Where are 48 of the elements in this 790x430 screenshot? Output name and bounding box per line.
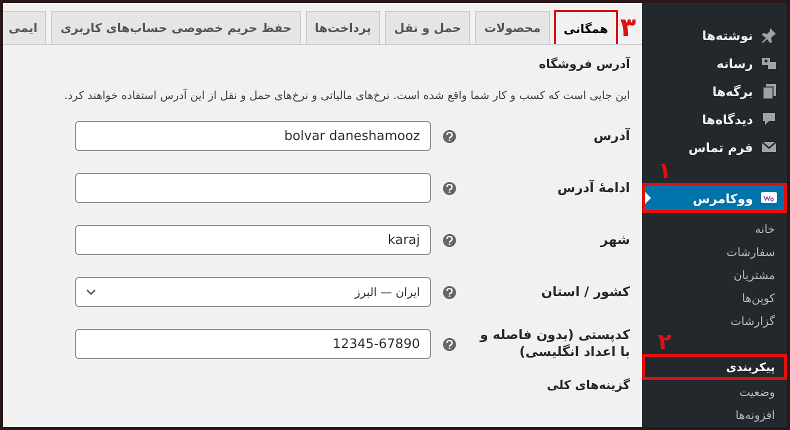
field-label: کدپستی (بدون فاصله و با اعداد انگلیسی) [478, 327, 630, 361]
tab[interactable]: همگانی [554, 11, 618, 44]
tab[interactable]: حفظ حریم خصوصی حساب‌های کاربری [51, 11, 301, 44]
submenu-item[interactable]: وضعیت [642, 380, 787, 403]
annotation-number: ۳ [620, 12, 636, 42]
help-icon[interactable] [443, 338, 456, 350]
text-field[interactable] [75, 173, 431, 203]
menu-item[interactable]: دیدگاه‌ها [642, 105, 787, 133]
menu-item[interactable]: ووکامرس [642, 183, 787, 213]
submenu-item[interactable]: سفارشات [642, 240, 787, 263]
submenu-item[interactable]: خانه [642, 217, 787, 240]
menu-item[interactable]: رسانه [642, 49, 787, 77]
woo-logo-icon [761, 190, 777, 206]
text-field[interactable]: karaj [75, 225, 431, 255]
pin-icon [761, 27, 777, 43]
speech-bubble-icon [761, 111, 777, 127]
help-icon[interactable] [443, 234, 456, 246]
field-label: آدرس [592, 128, 630, 144]
tab[interactable]: پرداخت‌ها [306, 11, 380, 44]
field-label: کشور / استان [540, 284, 630, 300]
annotation-number: ۱ [658, 161, 672, 183]
submenu-item[interactable]: افزونه‌ها [642, 403, 787, 426]
section-title: آدرس فروشگاه [538, 57, 630, 71]
section-title: گزینه‌های کلی [546, 378, 630, 392]
tab[interactable]: محصولات [475, 11, 550, 44]
pages-icon [761, 83, 777, 99]
text-field[interactable]: bolvar daneshamooz [75, 121, 431, 151]
field-label: شهر [599, 232, 630, 248]
help-icon[interactable] [443, 130, 456, 142]
submenu-item[interactable]: کوپن‌ها [642, 286, 787, 309]
media-icon [761, 55, 777, 71]
chevron-down-icon [86, 289, 96, 295]
annotation-number: ۲ [658, 332, 672, 354]
submenu-item[interactable]: گزارشات [642, 309, 787, 332]
help-icon[interactable] [443, 182, 456, 194]
submenu-item[interactable]: پیکربندی [642, 354, 787, 380]
tab[interactable]: حمل و نقل [385, 11, 470, 44]
tab[interactable]: ایمی [3, 11, 46, 44]
section-description: این جایی است که کسب و کار شما واقع شده است. نرخ‌های مالیاتی و نرخ‌های حمل و نقل از این آدرس استفاده خواهند کرد. [63, 89, 630, 102]
menu-item[interactable]: فرم تماس [642, 133, 787, 161]
menu-item[interactable]: برگه‌ها [642, 77, 787, 105]
submenu-item[interactable]: مشتریان [642, 263, 787, 286]
text-field[interactable]: 12345-67890 [75, 329, 431, 359]
help-icon[interactable] [443, 286, 456, 298]
envelope-icon [761, 139, 777, 155]
menu-item[interactable]: نوشته‌ها [642, 21, 787, 49]
field-label: ادامهٔ آدرس [556, 180, 630, 196]
select-field[interactable]: ایران — البرز [75, 277, 431, 307]
